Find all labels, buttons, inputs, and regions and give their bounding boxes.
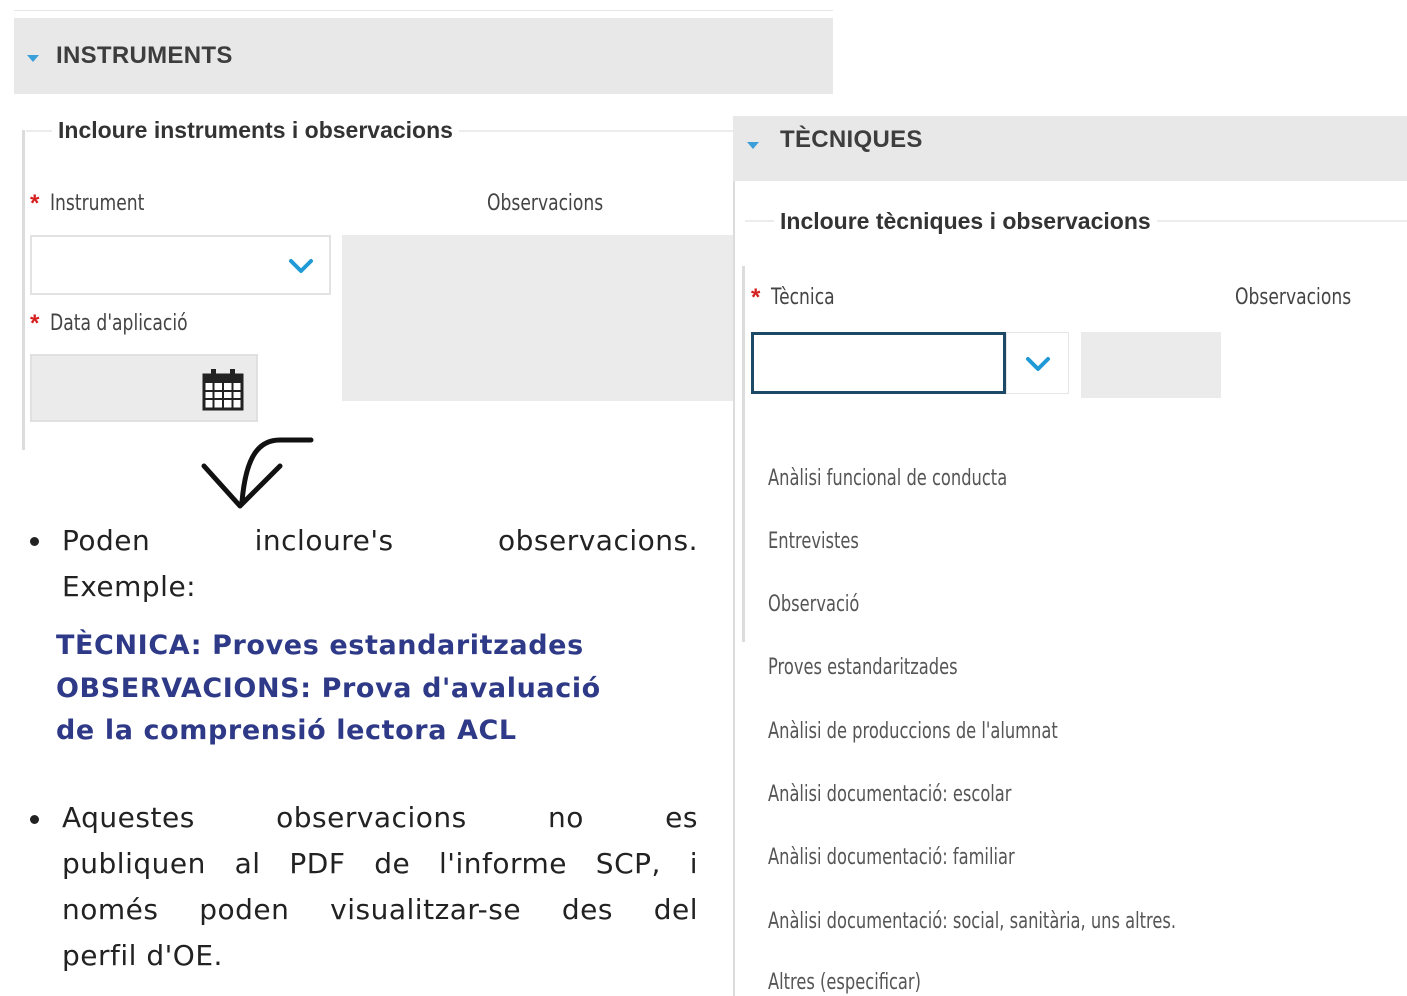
fieldset-left-border <box>22 130 25 450</box>
example-observations-cont: de la comprensió lectora ACL <box>56 715 517 746</box>
techniques-title: TÈCNIQUES <box>780 126 923 153</box>
date-input[interactable] <box>30 354 258 422</box>
chevron-down-icon[interactable] <box>1025 355 1051 373</box>
required-asterisk: * <box>30 190 40 217</box>
technique-option[interactable]: Anàlisi funcional de conducta <box>768 466 1007 491</box>
technique-option[interactable]: Proves estandaritzades <box>768 655 958 680</box>
techniques-section-header[interactable]: TÈCNIQUES <box>733 116 1407 181</box>
top-divider <box>14 10 833 11</box>
instrument-select[interactable] <box>30 235 331 295</box>
note-line: només poden visualitzar-se des del <box>62 893 698 926</box>
fieldset-left-border <box>742 266 745 642</box>
note-line: publiquen al PDF de l'informe SCP, i <box>62 847 698 880</box>
technique-observations-textarea[interactable] <box>1081 332 1221 398</box>
panel-left-border <box>733 181 735 996</box>
example-technique: TÈCNICA: Proves estandaritzades <box>56 630 584 661</box>
bullet <box>30 537 39 546</box>
instruments-section-header[interactable]: INSTRUMENTS <box>14 18 833 94</box>
chevron-down-icon[interactable] <box>288 257 314 275</box>
technique-label: Tècnica <box>771 285 835 310</box>
technique-option[interactable]: Anàlisi documentació: familiar <box>768 845 1015 870</box>
required-asterisk: * <box>751 284 761 311</box>
collapse-triangle-icon[interactable] <box>27 55 39 62</box>
technique-option[interactable]: Entrevistes <box>768 529 859 554</box>
techniques-legend: Incloure tècniques i observacions <box>774 208 1157 235</box>
technique-option[interactable]: Anàlisi de produccions de l'alumnat <box>768 719 1058 744</box>
note-line: Exemple: <box>62 570 197 603</box>
technique-dropdown-button[interactable] <box>1006 332 1069 394</box>
example-observations: OBSERVACIONS: Prova d'avaluació <box>56 673 601 704</box>
technique-option[interactable]: Altres (especificar) <box>768 970 921 995</box>
note-line: Aquestes observacions no es <box>62 801 698 834</box>
date-label: Data d'aplicació <box>50 311 188 336</box>
instruments-legend: Incloure instruments i observacions <box>52 117 459 144</box>
technique-option[interactable]: Observació <box>768 592 859 617</box>
calendar-icon[interactable] <box>201 366 245 412</box>
technique-option[interactable]: Anàlisi documentació: social, sanitària,… <box>768 909 1176 934</box>
required-asterisk: * <box>30 310 40 337</box>
note-line: Poden incloure's observacions. <box>62 524 698 557</box>
instrument-label: Instrument <box>50 191 145 216</box>
technique-option[interactable]: Anàlisi documentació: escolar <box>768 782 1011 807</box>
curved-arrow-icon <box>201 437 314 509</box>
observations-label: Observacions <box>487 191 604 216</box>
bullet <box>30 815 39 824</box>
observations-label: Observacions <box>1235 285 1352 310</box>
note-line: perfil d'OE. <box>62 939 223 972</box>
instrument-observations-textarea[interactable] <box>342 235 733 401</box>
instruments-title: INSTRUMENTS <box>56 42 233 69</box>
collapse-triangle-icon[interactable] <box>747 142 759 149</box>
technique-select-input[interactable] <box>751 332 1006 394</box>
